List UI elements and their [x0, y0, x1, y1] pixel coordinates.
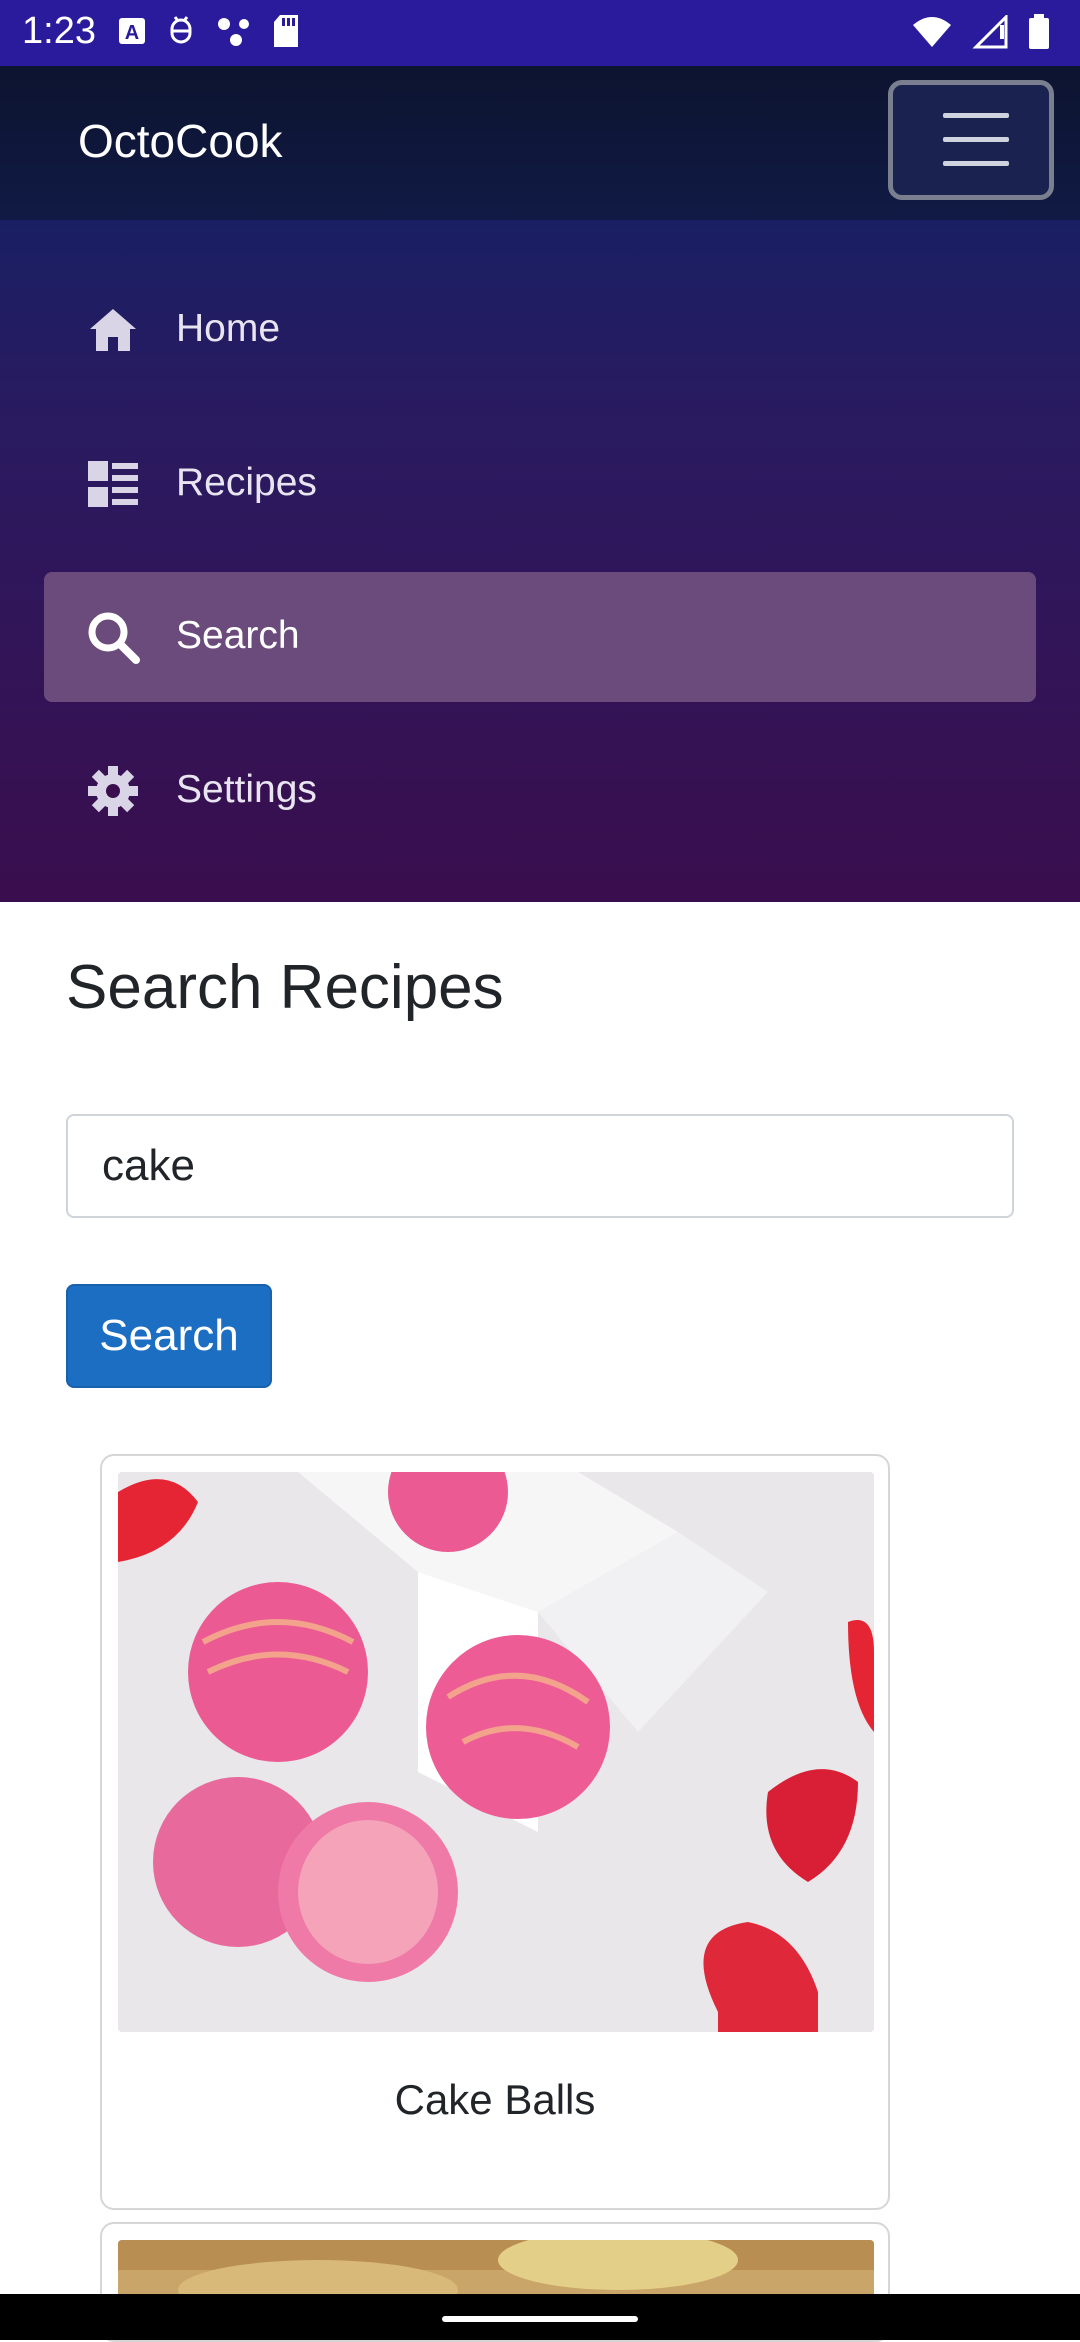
- nav-label-home: Home: [176, 307, 281, 350]
- hamburger-icon: [943, 161, 1009, 166]
- status-bar: 1:23 A: [0, 0, 1080, 66]
- bug-notification-icon: [170, 16, 192, 44]
- search-icon: [88, 612, 140, 664]
- nav-label-search: Search: [176, 614, 300, 657]
- font-notification-icon: A: [119, 18, 145, 44]
- brand-title[interactable]: OctoCook: [78, 114, 283, 168]
- wifi-icon: [913, 17, 951, 47]
- nav-label-recipes: Recipes: [176, 461, 317, 504]
- page-title: Search Recipes: [66, 953, 504, 1022]
- main-content: Search Recipes Search: [0, 902, 1080, 2342]
- recipe-title: Cake Balls: [394, 2076, 596, 2123]
- nav-label-settings: Settings: [176, 768, 317, 811]
- search-button[interactable]: Search: [66, 1284, 272, 1388]
- nav-item-home[interactable]: Home: [44, 265, 1036, 395]
- nodes-notification-icon: [218, 18, 249, 46]
- nav-item-recipes[interactable]: Recipes: [44, 419, 1036, 549]
- nav-item-search[interactable]: Search: [44, 572, 1036, 702]
- recipe-card[interactable]: Cake Balls: [100, 1454, 890, 2210]
- menu-toggle-button[interactable]: [888, 80, 1054, 200]
- gear-icon: [88, 766, 138, 816]
- hamburger-icon: [943, 137, 1009, 142]
- sd-card-icon: [274, 15, 298, 47]
- home-icon: [90, 309, 136, 351]
- svg-text:A: A: [125, 22, 139, 44]
- nav-item-settings[interactable]: Settings: [44, 726, 1036, 856]
- battery-icon: [1029, 14, 1049, 49]
- side-navigation: Home Recipes Search Settings: [0, 220, 1080, 902]
- list-icon: [88, 461, 138, 507]
- home-gesture-handle[interactable]: [442, 2316, 638, 2322]
- system-icons: [912, 14, 1050, 50]
- recipe-image: [118, 1472, 874, 2032]
- status-time: 1:23: [22, 10, 96, 52]
- signal-icon: [972, 15, 1008, 49]
- gesture-bar: [0, 2294, 1080, 2340]
- top-navbar: OctoCook: [0, 66, 1080, 220]
- search-input[interactable]: [66, 1114, 1014, 1218]
- notification-icons: A: [118, 14, 300, 48]
- hamburger-icon: [943, 113, 1009, 118]
